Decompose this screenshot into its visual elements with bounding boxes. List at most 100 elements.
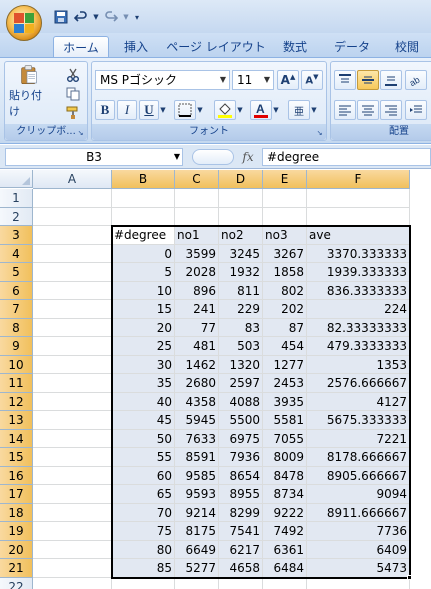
cell-f3[interactable]: ave [307,226,410,245]
cell-f4[interactable]: 3370.333333 [307,244,410,263]
tab-page-layout[interactable]: ページ レイアウト [164,36,268,57]
align-middle-icon[interactable] [357,70,379,90]
underline-button[interactable]: U [139,100,159,120]
cell-e18[interactable]: 9222 [263,503,307,522]
cell-d19[interactable]: 7541 [219,522,263,541]
cell-b12[interactable]: 40 [112,392,175,411]
row-header-20[interactable]: 20 [0,540,33,559]
cell-f12[interactable]: 4127 [307,392,410,411]
cell-d8[interactable]: 83 [219,318,263,337]
cell-c19[interactable]: 8175 [175,522,219,541]
align-top-icon[interactable] [334,70,356,90]
row-header-9[interactable]: 9 [0,337,33,356]
cell-c17[interactable]: 9593 [175,485,219,504]
cell-a4[interactable] [33,244,112,263]
cell-d12[interactable]: 4088 [219,392,263,411]
cell-c8[interactable]: 77 [175,318,219,337]
cell-e5[interactable]: 1858 [263,263,307,282]
cell-c15[interactable]: 8591 [175,448,219,467]
fill-color-button[interactable] [214,100,236,120]
row-header-10[interactable]: 10 [0,355,33,374]
align-center-icon[interactable] [357,100,379,120]
undo-dropdown-icon[interactable]: ▼ [92,8,100,26]
align-bottom-icon[interactable] [380,70,402,90]
font-size-combo[interactable]: 11 ▼ [232,70,274,90]
cell-b1[interactable] [112,189,175,208]
cell-c9[interactable]: 481 [175,337,219,356]
cell-f10[interactable]: 1353 [307,355,410,374]
row-header-7[interactable]: 7 [0,300,33,319]
cut-icon[interactable] [63,66,83,84]
cell-c12[interactable]: 4358 [175,392,219,411]
insert-function-icon[interactable]: fx [236,148,260,166]
cell-b11[interactable]: 35 [112,374,175,393]
column-header-b[interactable]: B [112,170,175,189]
cell-b14[interactable]: 50 [112,429,175,448]
cell-c6[interactable]: 896 [175,281,219,300]
cell-d21[interactable]: 4658 [219,559,263,578]
cell-d22[interactable] [219,577,263,589]
borders-dropdown-icon[interactable]: ▼ [196,100,204,120]
cell-a7[interactable] [33,300,112,319]
row-header-1[interactable]: 1 [0,189,33,208]
cell-b7[interactable]: 15 [112,300,175,319]
cell-b20[interactable]: 80 [112,540,175,559]
cell-f5[interactable]: 1939.333333 [307,263,410,282]
cell-b3[interactable]: #degree [112,226,175,245]
cell-a8[interactable] [33,318,112,337]
save-icon[interactable] [52,8,70,26]
cell-e14[interactable]: 7055 [263,429,307,448]
cell-c1[interactable] [175,189,219,208]
cell-f17[interactable]: 9094 [307,485,410,504]
cell-d11[interactable]: 2597 [219,374,263,393]
shrink-font-button[interactable]: A▼ [301,70,323,90]
cell-d13[interactable]: 5500 [219,411,263,430]
cell-c5[interactable]: 2028 [175,263,219,282]
cell-e20[interactable]: 6361 [263,540,307,559]
cell-f2[interactable] [307,207,410,226]
orientation-icon[interactable]: ab [405,70,427,90]
name-box[interactable]: B3 ▼ [5,148,183,166]
cell-d3[interactable]: no2 [219,226,263,245]
cell-a11[interactable] [33,374,112,393]
font-color-button[interactable]: A [250,100,272,120]
cell-a16[interactable] [33,466,112,485]
redo-icon[interactable] [102,8,120,26]
cell-d15[interactable]: 7936 [219,448,263,467]
cell-c10[interactable]: 1462 [175,355,219,374]
customize-qat-icon[interactable]: ▾ [132,8,142,26]
cell-f11[interactable]: 2576.666667 [307,374,410,393]
cell-e12[interactable]: 3935 [263,392,307,411]
row-header-13[interactable]: 13 [0,411,33,430]
row-header-6[interactable]: 6 [0,281,33,300]
bold-button[interactable]: B [95,100,115,120]
paste-button[interactable]: 貼り付け [8,64,50,120]
cell-b2[interactable] [112,207,175,226]
select-all-button[interactable] [0,170,33,188]
cell-e16[interactable]: 8478 [263,466,307,485]
cell-d6[interactable]: 811 [219,281,263,300]
cell-a18[interactable] [33,503,112,522]
cell-d7[interactable]: 229 [219,300,263,319]
cell-b21[interactable]: 85 [112,559,175,578]
cell-a1[interactable] [33,189,112,208]
cell-b13[interactable]: 45 [112,411,175,430]
cell-f7[interactable]: 224 [307,300,410,319]
cell-f6[interactable]: 836.3333333 [307,281,410,300]
cell-a20[interactable] [33,540,112,559]
row-header-19[interactable]: 19 [0,522,33,541]
font-color-dropdown-icon[interactable]: ▼ [272,100,280,120]
italic-button[interactable]: I [117,100,137,120]
row-header-5[interactable]: 5 [0,263,33,282]
column-header-f[interactable]: F [307,170,410,189]
cell-f21[interactable]: 5473 [307,559,410,578]
column-header-d[interactable]: D [219,170,263,189]
cell-d9[interactable]: 503 [219,337,263,356]
cell-c16[interactable]: 9585 [175,466,219,485]
cell-e17[interactable]: 8734 [263,485,307,504]
column-header-a[interactable]: A [33,170,112,189]
cell-e10[interactable]: 1277 [263,355,307,374]
clipboard-launcher-icon[interactable]: ↘ [76,129,85,138]
cell-b9[interactable]: 25 [112,337,175,356]
cell-b15[interactable]: 55 [112,448,175,467]
